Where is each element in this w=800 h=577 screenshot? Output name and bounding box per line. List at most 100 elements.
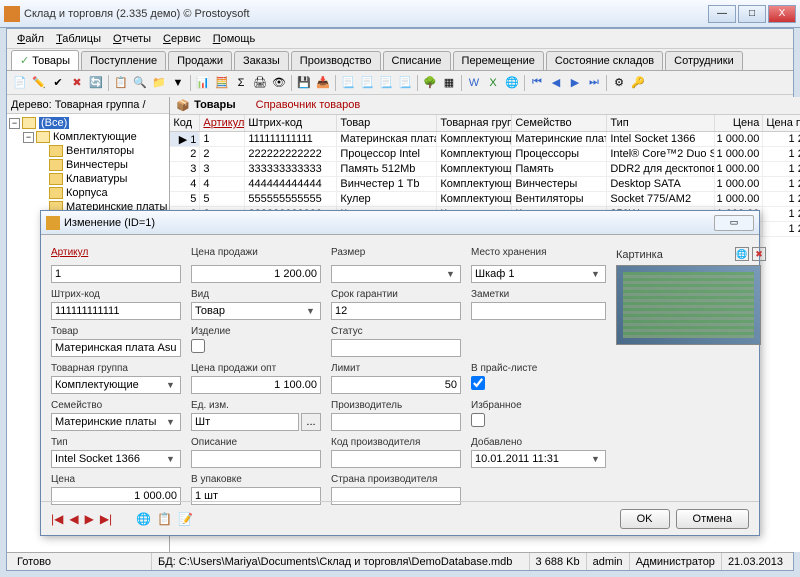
table-row[interactable]: 22222222222222Процессор IntelКомплектующ… bbox=[170, 147, 800, 162]
col-article[interactable]: Артикул bbox=[200, 115, 245, 131]
nav-next-icon[interactable]: ▶ bbox=[85, 512, 94, 526]
fld-item[interactable] bbox=[51, 339, 181, 357]
tb-calc-icon[interactable]: 🧮 bbox=[213, 74, 231, 92]
tree-group[interactable]: − Комплектующие bbox=[9, 130, 167, 144]
collapse-icon[interactable]: − bbox=[9, 118, 20, 129]
tb-word-icon[interactable]: W bbox=[465, 74, 483, 92]
tb-chart-icon[interactable]: 📊 bbox=[194, 74, 212, 92]
fld-article[interactable] bbox=[51, 265, 181, 283]
tb-grid-icon[interactable]: ▦ bbox=[440, 74, 458, 92]
col-group[interactable]: Товарная группа bbox=[437, 115, 512, 131]
menu-tables[interactable]: Таблицы bbox=[50, 31, 107, 47]
collapse-icon[interactable]: − bbox=[23, 132, 34, 143]
tab-incoming[interactable]: Поступление bbox=[81, 51, 166, 70]
tb-preview-icon[interactable]: 👁 bbox=[270, 74, 288, 92]
tb-html-icon[interactable]: 🌐 bbox=[503, 74, 521, 92]
table-row[interactable]: ▶ 11111111111111Материнская плата AsusКо… bbox=[170, 132, 800, 147]
fld-favorite[interactable] bbox=[471, 413, 485, 427]
table-row[interactable]: 44444444444444Винчестер 1 TbКомплектующи… bbox=[170, 177, 800, 192]
tb-excel-icon[interactable]: X bbox=[484, 74, 502, 92]
maximize-button[interactable]: □ bbox=[738, 5, 766, 23]
fld-manufacturer[interactable] bbox=[331, 413, 461, 431]
col-sale[interactable]: Цена продажи bbox=[763, 115, 800, 131]
dropdown-icon[interactable]: ▼ bbox=[588, 269, 603, 279]
fld-warranty[interactable] bbox=[331, 302, 461, 320]
tb-check-icon[interactable]: ✔ bbox=[49, 74, 67, 92]
fld-mancode[interactable] bbox=[331, 450, 461, 468]
table-row[interactable]: 55555555555555КулерКомплектующиеВентилят… bbox=[170, 192, 800, 207]
dropdown-icon[interactable]: ▼ bbox=[443, 269, 458, 279]
tb-delete-icon[interactable]: ✖ bbox=[68, 74, 86, 92]
fld-kind[interactable]: Товар▼ bbox=[191, 302, 321, 320]
menu-reports[interactable]: Отчеты bbox=[107, 31, 157, 47]
minimize-button[interactable]: — bbox=[708, 5, 736, 23]
table-row[interactable]: 33333333333333Память 512MbКомплектующиеП… bbox=[170, 162, 800, 177]
tb-doc3-icon[interactable]: 📃 bbox=[377, 74, 395, 92]
fld-saleprice[interactable] bbox=[191, 265, 321, 283]
tb-tree-icon[interactable]: 🌳 bbox=[421, 74, 439, 92]
unit-browse-button[interactable]: ... bbox=[301, 413, 321, 431]
tab-goods[interactable]: ✓Товары bbox=[11, 50, 79, 70]
picture-preview[interactable] bbox=[616, 265, 761, 345]
tb-filter-icon[interactable]: ▼ bbox=[169, 74, 187, 92]
nav-prev-icon[interactable]: ◀ bbox=[69, 512, 78, 526]
tab-transfer[interactable]: Перемещение bbox=[453, 51, 544, 70]
fld-type[interactable]: Intel Socket 1366▼ bbox=[51, 450, 181, 468]
menu-file[interactable]: Файл bbox=[11, 31, 50, 47]
tb-doc4-icon[interactable]: 📃 bbox=[396, 74, 414, 92]
tb-doc2-icon[interactable]: 📃 bbox=[358, 74, 376, 92]
tab-stock[interactable]: Состояние складов bbox=[546, 51, 663, 70]
tab-orders[interactable]: Заказы bbox=[234, 51, 289, 70]
col-price[interactable]: Цена bbox=[715, 115, 763, 131]
fld-wholesale[interactable] bbox=[191, 376, 321, 394]
nav-note-icon[interactable]: 📝 bbox=[178, 512, 193, 526]
tree-root[interactable]: − (Все) bbox=[9, 116, 167, 130]
col-barcode[interactable]: Штрих-код bbox=[245, 115, 337, 131]
col-type[interactable]: Тип bbox=[607, 115, 715, 131]
tb-refresh-icon[interactable]: 🔄 bbox=[87, 74, 105, 92]
tb-last-icon[interactable]: ⏭ bbox=[585, 74, 603, 92]
fld-status[interactable] bbox=[331, 339, 461, 357]
tb-doc1-icon[interactable]: 📃 bbox=[339, 74, 357, 92]
fld-barcode[interactable] bbox=[51, 302, 181, 320]
fld-limit[interactable] bbox=[331, 376, 461, 394]
pic-open-icon[interactable]: 🌐 bbox=[735, 247, 749, 261]
close-button[interactable]: X bbox=[768, 5, 796, 23]
tb-edit-icon[interactable]: ✏️ bbox=[30, 74, 48, 92]
fld-size[interactable]: ▼ bbox=[331, 265, 461, 283]
tb-copy-icon[interactable]: 📋 bbox=[112, 74, 130, 92]
tb-export-icon[interactable]: 💾 bbox=[295, 74, 313, 92]
tb-key-icon[interactable]: 🔑 bbox=[629, 74, 647, 92]
dropdown-icon[interactable]: ▼ bbox=[163, 417, 178, 427]
tree-item[interactable]: Винчестеры bbox=[9, 158, 167, 172]
tab-sales[interactable]: Продажи bbox=[168, 51, 232, 70]
tree-item[interactable]: Клавиатуры bbox=[9, 172, 167, 186]
tab-staff[interactable]: Сотрудники bbox=[665, 51, 743, 70]
tb-next-icon[interactable]: ▶ bbox=[566, 74, 584, 92]
fld-product[interactable] bbox=[191, 339, 205, 353]
tb-settings-icon[interactable]: ⚙ bbox=[610, 74, 628, 92]
cancel-button[interactable]: Отмена bbox=[676, 509, 749, 529]
fld-group[interactable]: Комплектующие▼ bbox=[51, 376, 181, 394]
dropdown-icon[interactable]: ▼ bbox=[163, 380, 178, 390]
fld-notes[interactable] bbox=[471, 302, 606, 320]
menu-service[interactable]: Сервис bbox=[157, 31, 207, 47]
tb-first-icon[interactable]: ⏮ bbox=[528, 74, 546, 92]
tab-writeoff[interactable]: Списание bbox=[383, 51, 451, 70]
fld-inprice[interactable] bbox=[471, 376, 485, 390]
pic-delete-icon[interactable]: ✖ bbox=[752, 247, 766, 261]
nav-first-icon[interactable]: |◀ bbox=[51, 512, 63, 526]
menu-help[interactable]: Помощь bbox=[207, 31, 262, 47]
dropdown-icon[interactable]: ▼ bbox=[163, 454, 178, 464]
dropdown-icon[interactable]: ▼ bbox=[588, 454, 603, 464]
nav-props-icon[interactable]: 📋 bbox=[157, 512, 172, 526]
tree-item[interactable]: Вентиляторы bbox=[9, 144, 167, 158]
tb-new-icon[interactable]: 📄 bbox=[11, 74, 29, 92]
dropdown-icon[interactable]: ▼ bbox=[303, 306, 318, 316]
col-family[interactable]: Семейство bbox=[512, 115, 607, 131]
ok-button[interactable]: OK bbox=[620, 509, 670, 529]
dialog-close-button[interactable]: ▭ bbox=[714, 215, 754, 231]
tab-production[interactable]: Производство bbox=[291, 51, 381, 70]
tb-prev-icon[interactable]: ◀ bbox=[547, 74, 565, 92]
col-item[interactable]: Товар bbox=[337, 115, 437, 131]
